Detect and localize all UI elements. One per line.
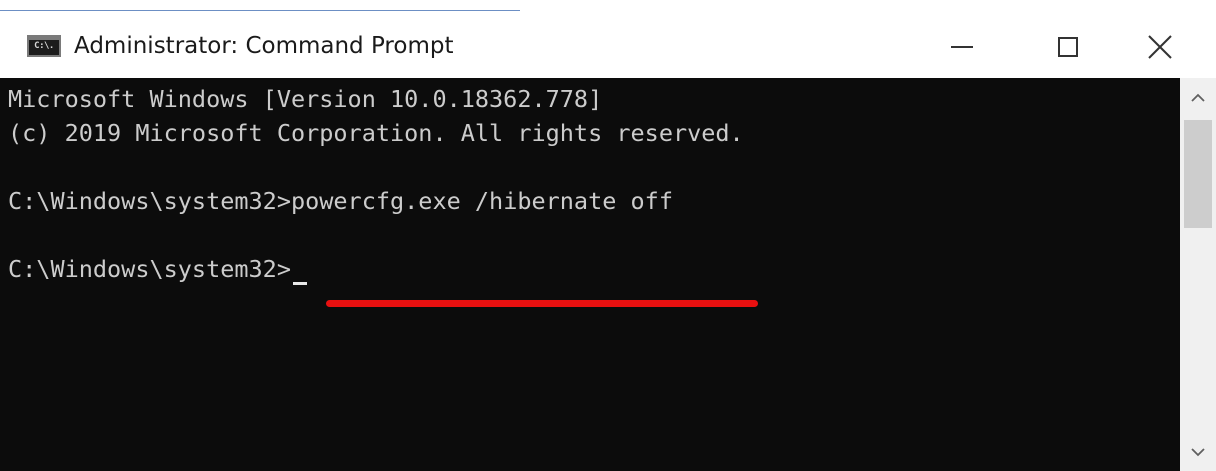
chevron-down-icon	[1191, 448, 1205, 457]
console-line-command: C:\Windows\system32>powercfg.exe /hibern…	[8, 184, 673, 218]
text-cursor	[292, 282, 307, 285]
maximize-button[interactable]	[1018, 22, 1118, 72]
command-highlight-underline	[326, 300, 758, 307]
console-line-version: Microsoft Windows [Version 10.0.18362.77…	[8, 85, 603, 113]
title-bar[interactable]: C:\. Administrator: Command Prompt	[0, 0, 1216, 78]
vertical-scrollbar[interactable]	[1180, 78, 1216, 471]
chevron-up-icon	[1191, 93, 1205, 102]
console-line-current-prompt[interactable]: C:\Windows\system32>	[8, 252, 307, 286]
window-title: Administrator: Command Prompt	[74, 33, 454, 59]
scroll-thumb[interactable]	[1184, 120, 1212, 228]
background-window-edge	[0, 0, 520, 11]
entered-command: powercfg.exe /hibernate off	[290, 187, 673, 215]
scroll-up-button[interactable]	[1180, 78, 1216, 118]
maximize-icon	[1058, 37, 1078, 57]
current-prompt-path: C:\Windows\system32>	[8, 255, 291, 283]
console-line-copyright: (c) 2019 Microsoft Corporation. All righ…	[8, 119, 744, 147]
command-prompt-path: C:\Windows\system32>	[8, 187, 291, 215]
scroll-down-button[interactable]	[1180, 433, 1216, 471]
minimize-button[interactable]	[912, 22, 1012, 72]
close-icon	[1148, 35, 1172, 59]
minimize-icon	[951, 46, 973, 48]
command-prompt-icon[interactable]: C:\.	[27, 35, 61, 57]
console-output[interactable]: Microsoft Windows [Version 10.0.18362.77…	[0, 78, 1180, 471]
close-button[interactable]	[1110, 22, 1210, 72]
command-prompt-window: C:\. Administrator: Command Prompt Micro…	[0, 0, 1216, 471]
